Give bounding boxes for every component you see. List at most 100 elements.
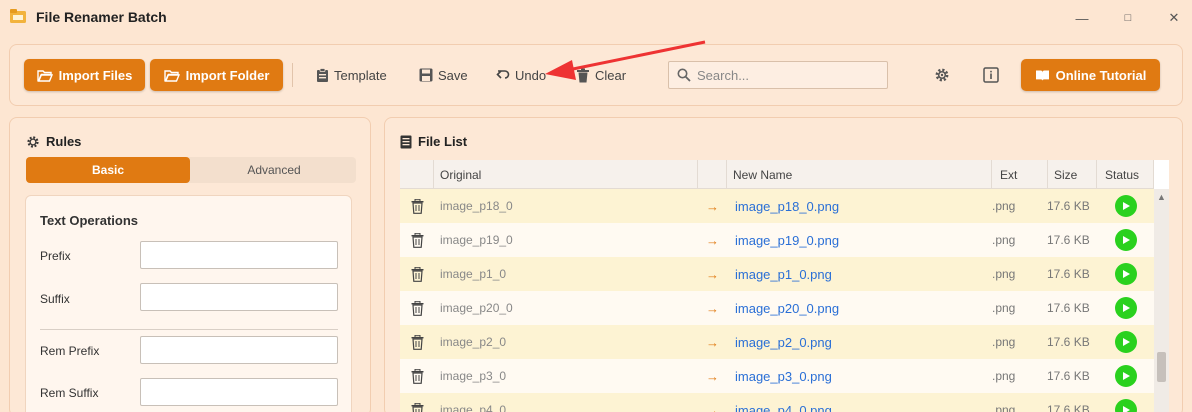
- settings-button[interactable]: [932, 65, 952, 85]
- delete-row-button[interactable]: [400, 189, 434, 223]
- online-tutorial-button[interactable]: Online Tutorial: [1021, 59, 1160, 91]
- size-cell: 17.6 KB: [1047, 199, 1090, 213]
- play-icon: [1123, 236, 1130, 244]
- play-status-icon[interactable]: [1115, 297, 1137, 319]
- play-status-icon[interactable]: [1115, 331, 1137, 353]
- prefix-label: Prefix: [40, 249, 71, 263]
- new-name-cell[interactable]: image_p3_0.png: [735, 359, 832, 393]
- trash-icon: [411, 198, 423, 214]
- window-title: File Renamer Batch: [36, 9, 167, 25]
- table-row[interactable]: image_p2_0 → image_p2_0.png .png 17.6 KB: [400, 325, 1154, 359]
- import-files-button[interactable]: Import Files: [24, 59, 145, 91]
- new-name-cell[interactable]: image_p2_0.png: [735, 325, 832, 359]
- play-status-icon[interactable]: [1115, 365, 1137, 387]
- status-cell[interactable]: [1112, 257, 1140, 291]
- table-row[interactable]: image_p19_0 → image_p19_0.png .png 17.6 KB: [400, 223, 1154, 257]
- size-cell: 17.6 KB: [1047, 403, 1090, 412]
- tab-basic[interactable]: Basic: [26, 157, 190, 183]
- play-status-icon[interactable]: [1115, 195, 1137, 217]
- play-status-icon[interactable]: [1115, 263, 1137, 285]
- text-operations-title: Text Operations: [40, 213, 139, 228]
- app-logo-icon: [10, 9, 26, 23]
- rules-tabs: Basic Advanced: [26, 157, 356, 183]
- header-status[interactable]: Status: [1097, 160, 1154, 189]
- ext-cell: .png: [992, 267, 1016, 281]
- header-new-name[interactable]: New Name: [727, 160, 992, 189]
- scroll-up-icon[interactable]: ▲: [1157, 192, 1166, 202]
- play-icon: [1123, 406, 1130, 412]
- header-arrow-col: [698, 160, 727, 189]
- original-name-cell: image_p20_0: [440, 301, 513, 315]
- delete-row-button[interactable]: [400, 291, 434, 325]
- table-row[interactable]: image_p4_0 → image_p4_0.png .png 17.6 KB: [400, 393, 1154, 412]
- rem-prefix-label: Rem Prefix: [40, 344, 100, 358]
- rules-panel: Rules Basic Advanced Text Operations Pre…: [9, 117, 371, 412]
- header-ext[interactable]: Ext: [992, 160, 1048, 189]
- rename-arrow: →: [706, 300, 719, 316]
- new-name-cell[interactable]: image_p1_0.png: [735, 257, 832, 291]
- title-bar: File Renamer Batch — □ ✕: [0, 0, 1192, 36]
- online-tutorial-label: Online Tutorial: [1055, 67, 1147, 83]
- tab-advanced[interactable]: Advanced: [192, 157, 356, 183]
- new-name-cell[interactable]: image_p19_0.png: [735, 223, 839, 257]
- play-icon: [1123, 270, 1130, 278]
- header-delete-col: [400, 160, 434, 189]
- search-input[interactable]: [697, 67, 877, 83]
- table-row[interactable]: image_p1_0 → image_p1_0.png .png 17.6 KB: [400, 257, 1154, 291]
- toolbar-divider: [292, 63, 293, 87]
- suffix-input[interactable]: [140, 283, 338, 311]
- prefix-input[interactable]: [140, 241, 338, 269]
- clipboard-icon: [317, 67, 328, 82]
- undo-arrow-icon: [496, 70, 510, 79]
- table-row[interactable]: image_p3_0 → image_p3_0.png .png 17.6 KB: [400, 359, 1154, 393]
- rules-header: Rules: [26, 134, 81, 149]
- header-original[interactable]: Original: [434, 160, 698, 189]
- scroll-thumb[interactable]: [1157, 352, 1166, 382]
- save-button[interactable]: Save: [419, 59, 468, 91]
- rem-prefix-input[interactable]: [140, 336, 338, 364]
- minimize-button[interactable]: —: [1072, 8, 1092, 28]
- delete-row-button[interactable]: [400, 359, 434, 393]
- import-folder-button[interactable]: Import Folder: [150, 59, 283, 91]
- delete-row-button[interactable]: [400, 257, 434, 291]
- play-status-icon[interactable]: [1115, 229, 1137, 251]
- status-cell[interactable]: [1112, 223, 1140, 257]
- undo-button[interactable]: Undo: [496, 59, 546, 91]
- delete-row-button[interactable]: [400, 223, 434, 257]
- new-name-cell[interactable]: image_p4_0.png: [735, 393, 832, 412]
- status-cell[interactable]: [1112, 393, 1140, 412]
- header-size[interactable]: Size: [1048, 160, 1097, 189]
- file-list-panel: File List Original New Name Ext Size Sta…: [384, 117, 1183, 412]
- delete-row-button[interactable]: [400, 325, 434, 359]
- delete-row-button[interactable]: [400, 393, 434, 412]
- gear-icon: [935, 68, 949, 82]
- play-icon: [1123, 202, 1130, 210]
- search-icon: [677, 68, 691, 82]
- original-name-cell: image_p19_0: [440, 233, 513, 247]
- status-cell[interactable]: [1112, 359, 1140, 393]
- gear-icon: [27, 135, 39, 148]
- close-button[interactable]: ✕: [1164, 8, 1184, 28]
- new-name-cell[interactable]: image_p20_0.png: [735, 291, 839, 325]
- table-row[interactable]: image_p18_0 → image_p18_0.png .png 17.6 KB: [400, 189, 1154, 223]
- undo-label: Undo: [515, 67, 547, 83]
- play-status-icon[interactable]: [1115, 399, 1137, 412]
- search-box[interactable]: [668, 61, 888, 89]
- status-cell[interactable]: [1112, 325, 1140, 359]
- text-operations-card: Text Operations Prefix Suffix Rem Prefix…: [25, 195, 352, 412]
- document-icon: [400, 135, 412, 148]
- rem-suffix-input[interactable]: [140, 378, 338, 406]
- clear-button[interactable]: Clear: [576, 59, 626, 91]
- template-button[interactable]: Template: [316, 59, 387, 91]
- table-row[interactable]: image_p20_0 → image_p20_0.png .png 17.6 KB: [400, 291, 1154, 325]
- status-cell[interactable]: [1112, 189, 1140, 223]
- file-list-header: File List: [400, 134, 467, 149]
- new-name-cell[interactable]: image_p18_0.png: [735, 189, 839, 223]
- maximize-button[interactable]: □: [1118, 8, 1138, 28]
- status-cell[interactable]: [1112, 291, 1140, 325]
- template-label: Template: [334, 67, 387, 83]
- original-name-cell: image_p4_0: [440, 403, 507, 412]
- info-button[interactable]: [981, 65, 1001, 85]
- size-cell: 17.6 KB: [1047, 233, 1090, 247]
- vertical-scrollbar[interactable]: ▲: [1154, 189, 1169, 412]
